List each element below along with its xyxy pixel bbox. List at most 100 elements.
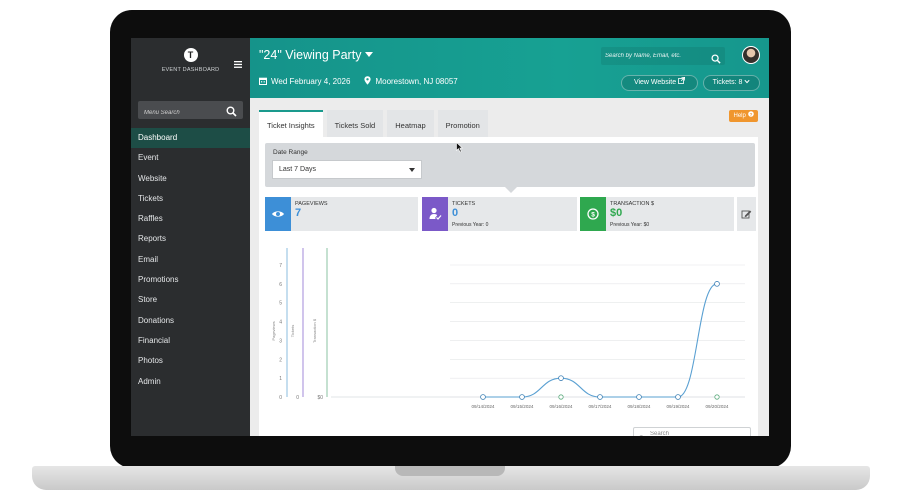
sidebar-item-event[interactable]: Event (131, 148, 250, 168)
sidebar-item-website[interactable]: Website (131, 169, 250, 189)
y-axis-title-transaction: Transaction $ (312, 318, 317, 343)
transaction-previous-year: Previous Year: $0 (610, 222, 650, 228)
search-icon[interactable] (711, 51, 721, 69)
view-website-label: View Website (633, 79, 677, 86)
sidebar-nav: Dashboard Event Website Tickets Raffles … (131, 128, 250, 392)
laptop-notch (395, 466, 505, 476)
tab-tickets-sold[interactable]: Tickets Sold (326, 110, 384, 137)
event-header: "24" Viewing Party Wed February 4, 2026 … (250, 38, 769, 98)
event-title-dropdown[interactable]: "24" Viewing Party (259, 48, 374, 62)
app-screen: T EVENT DASHBOARD Dashboard Event Websit… (131, 38, 769, 436)
y-tick-label: 2 (279, 357, 282, 363)
x-tick-label: 09/17/2024 (589, 404, 612, 409)
pageviews-chart: 0 1 2 3 4 5 6 7 Pageviews Tickets Transaction $ 0 $0… (271, 248, 745, 409)
x-tick-label: 09/16/2024 (550, 404, 573, 409)
tab-heatmap[interactable]: Heatmap (387, 110, 434, 137)
edit-stats-button[interactable] (737, 197, 756, 231)
event-title: "24" Viewing Party (259, 48, 362, 62)
transaction-stat[interactable]: $ TRANSACTION $ $0 Previous Year: $0 (580, 197, 734, 231)
date-range-value: Last 7 Days (279, 166, 316, 173)
calendar-icon (259, 77, 267, 87)
header-search-input[interactable] (605, 47, 705, 65)
help-label: Help (733, 113, 746, 119)
edit-icon (737, 210, 756, 235)
event-location: Moorestown, NJ 08057 (375, 77, 458, 86)
date-range-label: Date Range (273, 149, 308, 156)
sidebar-item-store[interactable]: Store (131, 290, 250, 310)
sidebar: T EVENT DASHBOARD Dashboard Event Websit… (131, 38, 250, 436)
chevron-down-icon (409, 168, 415, 172)
stats-row: PAGEVIEWS 7 TICKETS 0 Previous Year: 0 $… (265, 197, 756, 231)
pageviews-series-point (675, 394, 681, 400)
menu-search-input[interactable] (138, 104, 218, 122)
view-website-button[interactable]: View Website (621, 75, 698, 91)
sidebar-item-financial[interactable]: Financial (131, 331, 250, 351)
sidebar-item-donations[interactable]: Donations (131, 311, 250, 331)
pageviews-series-point (636, 394, 642, 400)
question-icon: ? (747, 111, 754, 119)
date-range-panel: Date Range Last 7 Days (265, 143, 755, 187)
sidebar-item-admin[interactable]: Admin (131, 372, 250, 392)
sidebar-item-email[interactable]: Email (131, 250, 250, 270)
x-tick-label: 09/15/2024 (511, 404, 534, 409)
pageviews-stat[interactable]: PAGEVIEWS 7 (265, 197, 418, 231)
help-button[interactable]: Help ? (729, 110, 758, 122)
y-tick-label: 6 (279, 282, 282, 288)
brand[interactable]: T EVENT DASHBOARD (131, 48, 250, 73)
search-icon[interactable] (226, 104, 237, 122)
table-search (633, 427, 751, 436)
x-tick-label: 09/19/2024 (667, 404, 690, 409)
external-link-icon (678, 77, 686, 86)
sidebar-item-dashboard[interactable]: Dashboard (131, 128, 250, 149)
menu-search (138, 101, 243, 122)
sidebar-item-raffles[interactable]: Raffles (131, 209, 250, 229)
tickets-stat[interactable]: TICKETS 0 Previous Year: 0 (422, 197, 577, 231)
event-info: Wed February 4, 2026 Moorestown, NJ 0805… (259, 76, 462, 87)
svg-text:?: ? (749, 112, 752, 117)
y-tick-label: 7 (279, 263, 282, 269)
transaction-value: $0 (610, 207, 623, 219)
y-tick-label: 3 (279, 338, 282, 344)
y-tick-label: 1 (279, 376, 282, 382)
date-range-select[interactable]: Last 7 Days (272, 160, 422, 179)
x-tick-label: 09/18/2024 (628, 404, 651, 409)
user-avatar[interactable] (742, 46, 760, 64)
chevron-down-icon (744, 79, 750, 86)
search-icon (638, 430, 646, 436)
hamburger-menu-icon[interactable] (234, 61, 242, 70)
x-tick-label: 09/14/2024 (472, 404, 495, 409)
y-tick-label-transaction: $0 (317, 395, 323, 401)
pageviews-series-point (597, 394, 603, 400)
tab-promotion[interactable]: Promotion (437, 110, 488, 137)
table-search-input[interactable] (650, 429, 740, 436)
insights-content: Date Range Last 7 Days PAGEVIEWS 7 TICKE… (259, 137, 758, 436)
brand-logo: T (183, 48, 198, 62)
pageviews-series-point (558, 375, 564, 381)
pageviews-value: 7 (295, 207, 302, 219)
tab-bar: Ticket Insights Tickets Sold Heatmap Pro… (259, 110, 492, 137)
mouse-cursor-icon (456, 140, 464, 158)
tickets-count-label: Tickets: 8 (712, 79, 743, 86)
user-ticket-icon (422, 197, 448, 231)
sidebar-item-reports[interactable]: Reports (131, 229, 250, 249)
y-tick-label: 5 (279, 301, 282, 307)
panel-pointer (505, 187, 517, 193)
sidebar-item-tickets[interactable]: Tickets (131, 189, 250, 209)
y-axis-title-tickets: Tickets (290, 325, 295, 338)
pageviews-series-point (480, 394, 486, 400)
y-tick-label: 0 (279, 395, 282, 401)
svg-text:$: $ (591, 211, 595, 218)
y-tick-label-tickets: 0 (296, 395, 299, 401)
sidebar-item-promotions[interactable]: Promotions (131, 270, 250, 290)
tickets-series-point (558, 394, 564, 400)
header-search (601, 47, 725, 65)
chevron-down-icon (365, 52, 374, 57)
sidebar-item-photos[interactable]: Photos (131, 351, 250, 371)
tickets-series-point (714, 394, 720, 400)
location-pin-icon (364, 76, 372, 87)
tickets-dropdown-button[interactable]: Tickets: 8 (703, 75, 760, 91)
tab-ticket-insights[interactable]: Ticket Insights (259, 110, 323, 137)
pageviews-series-point (519, 394, 525, 400)
tickets-value: 0 (452, 207, 459, 219)
y-axis-title-pageviews: Pageviews (271, 321, 276, 340)
